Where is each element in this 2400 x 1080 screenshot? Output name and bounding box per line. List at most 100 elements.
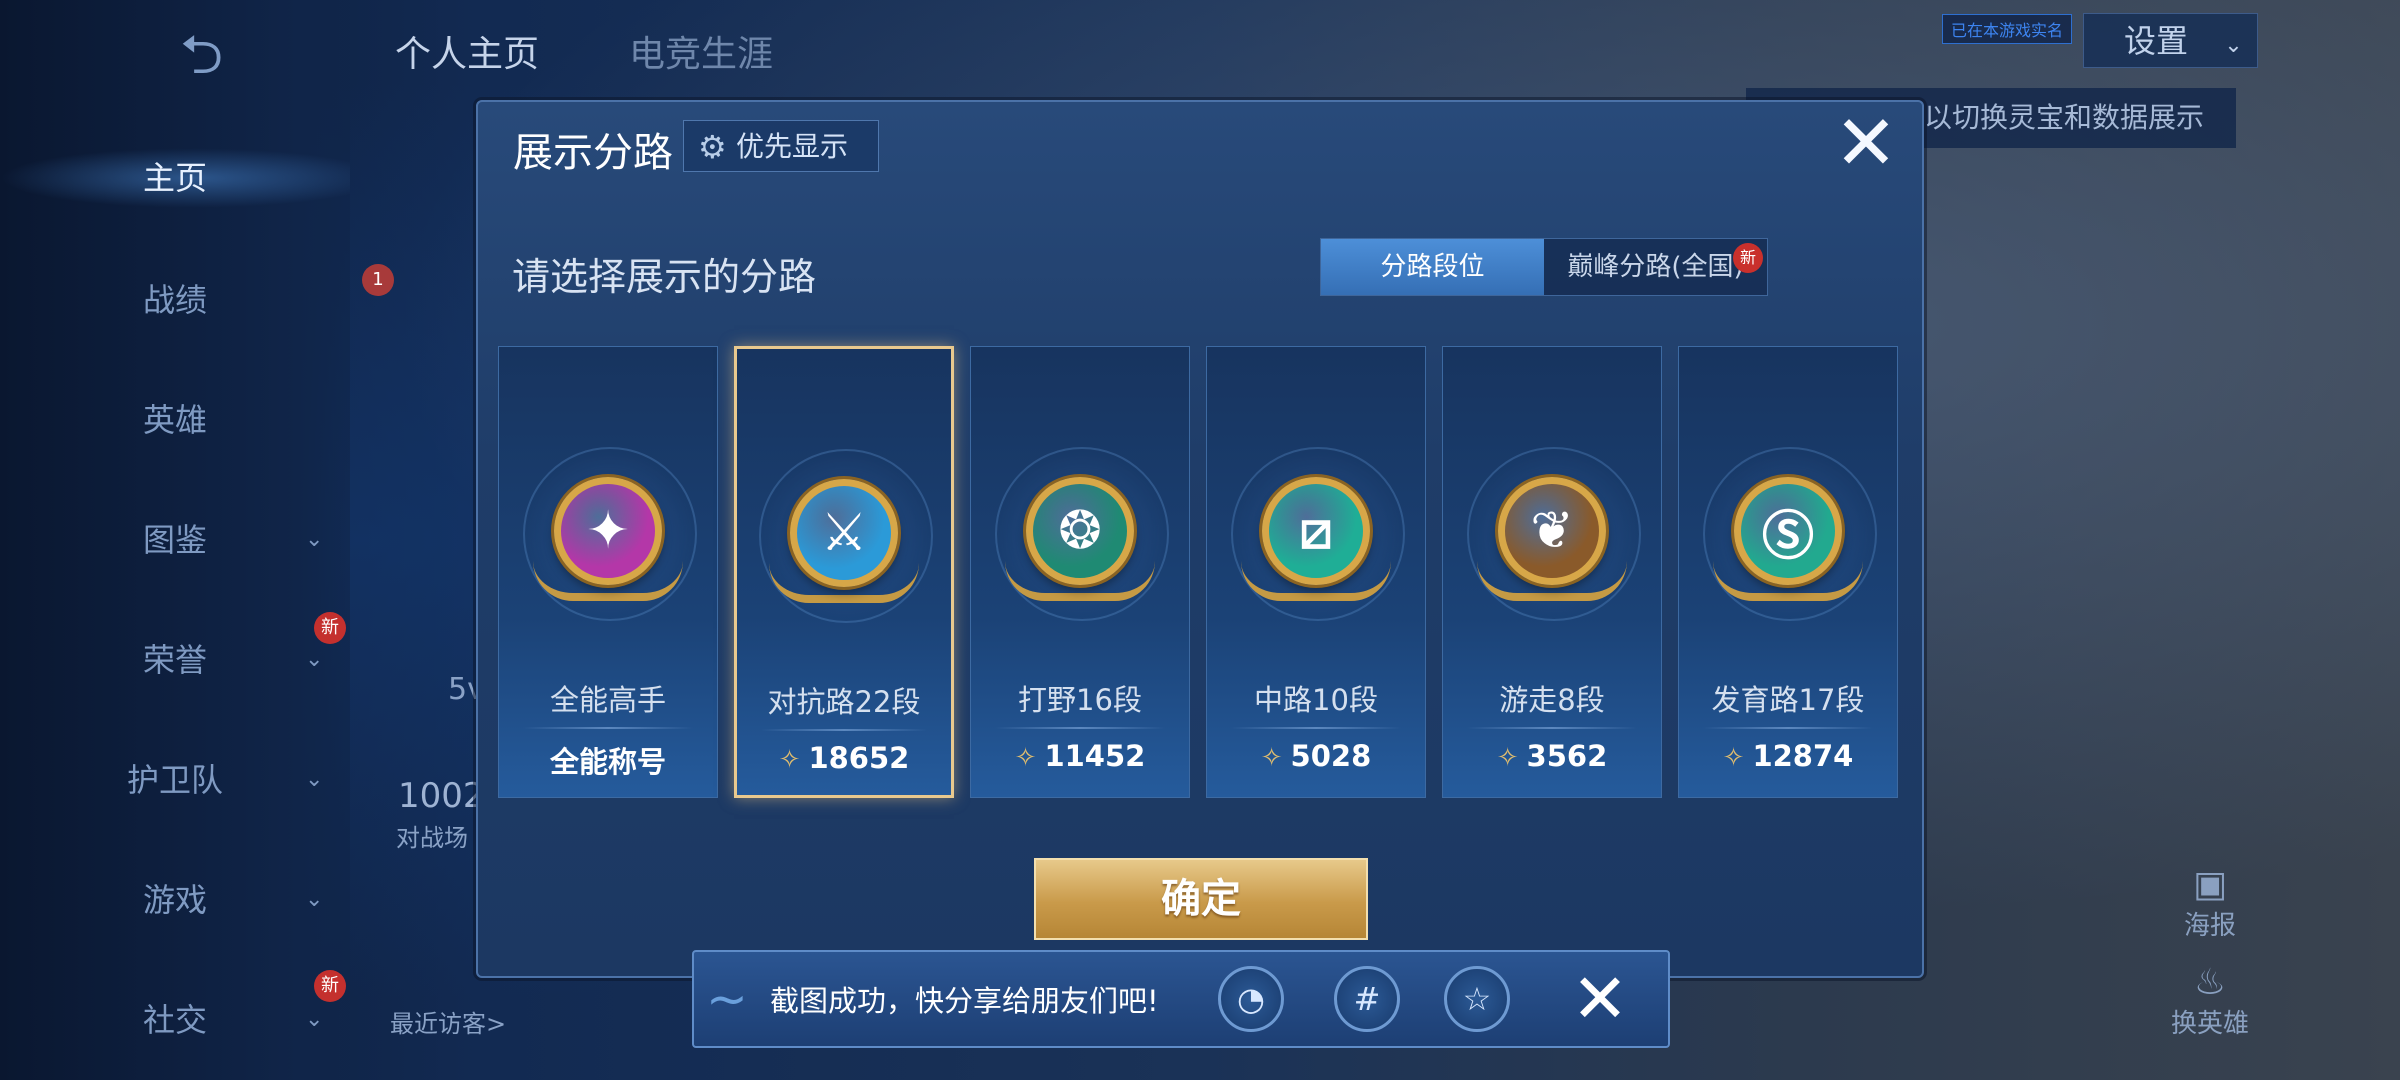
nav-label: 战绩 xyxy=(142,281,207,319)
farm-lane-emblem-icon: Ⓢ xyxy=(1734,477,1842,585)
jungle-emblem-icon: ❂ xyxy=(1026,477,1134,585)
lane-name: 发育路17段 xyxy=(1711,683,1865,717)
lane-score: ✧ 18652 xyxy=(737,741,951,775)
lane-display-dialog: 展示分路 ⚙ 优先显示 ✕ 请选择展示的分路 分路段位 巅峰分路(全国) 新 ✦ … xyxy=(476,100,1924,978)
mid-lane-emblem-icon: ⧄ xyxy=(1262,477,1370,585)
tab-profile[interactable]: 个人主页 xyxy=(395,34,539,75)
change-hero-button[interactable]: ♨ 换英雄 xyxy=(2150,962,2270,1040)
poster-button[interactable]: ▣ 海报 xyxy=(2150,864,2270,942)
nav-item-heroes[interactable]: 英雄 xyxy=(0,390,350,450)
chevron-down-icon: ⌄ xyxy=(305,527,324,552)
score-value: 18652 xyxy=(808,741,910,775)
tab-lane-rank[interactable]: 分路段位 xyxy=(1321,239,1544,295)
swirl-icon: ~ xyxy=(706,970,748,1028)
poster-icon: ▣ xyxy=(2192,864,2227,905)
lane-name: 对抗路22段 xyxy=(767,685,921,719)
share-toast: ~ 截图成功，快分享给朋友们吧! ◔ # ☆ ✕ xyxy=(692,950,1670,1048)
new-badge: 新 xyxy=(1733,243,1763,273)
rank-points-icon: ✧ xyxy=(1014,743,1037,773)
lane-name: 中路10段 xyxy=(1254,683,1378,717)
clash-lane-emblem-icon: ⚔ xyxy=(790,479,898,587)
nav-label: 荣誉 xyxy=(142,641,207,679)
nav-label: 主页 xyxy=(142,159,207,197)
qzone-icon[interactable]: ☆ xyxy=(1444,966,1510,1032)
chevron-down-icon: ⌄ xyxy=(2224,33,2243,58)
lane-card[interactable]: ✦ 全能高手 全能称号 xyxy=(498,346,718,798)
chevron-down-icon: ⌄ xyxy=(305,767,324,792)
lane-score: ✧ 12874 xyxy=(1679,739,1897,773)
display-mode-toggle: 分路段位 巅峰分路(全国) 新 xyxy=(1320,238,1768,296)
settings-button[interactable]: 设置 ⌄ xyxy=(2083,13,2258,68)
confirm-button[interactable]: 确定 xyxy=(1034,858,1368,940)
score-value: 全能称号 xyxy=(549,745,666,779)
roam-emblem-icon: ❦ xyxy=(1498,477,1606,585)
priority-label: 优先显示 xyxy=(736,130,849,163)
lane-score: 全能称号 xyxy=(499,739,717,781)
nav-item-social[interactable]: 社交 ⌄ xyxy=(0,990,350,1050)
dialog-subtitle: 请选择展示的分路 xyxy=(512,255,817,299)
divider xyxy=(761,729,927,731)
level-badge: 1 xyxy=(362,264,394,296)
divider xyxy=(1703,727,1873,729)
lane-name: 全能高手 xyxy=(549,683,666,717)
flame-icon: ♨ xyxy=(2193,962,2227,1003)
priority-display-button[interactable]: ⚙ 优先显示 xyxy=(683,120,879,172)
new-badge: 新 xyxy=(314,612,346,644)
chevron-down-icon: ⌄ xyxy=(305,887,324,912)
tab-label: 分路段位 xyxy=(1380,252,1485,282)
left-navigation: ⮌ 主页 战绩 英雄 图鉴 ⌄ 荣誉 ⌄ 新 护卫队 ⌄ 游戏 ⌄ 社交 ⌄ 新 xyxy=(0,0,350,1080)
lane-card[interactable]: Ⓢ 发育路17段 ✧ 12874 xyxy=(1678,346,1898,798)
close-icon[interactable]: ✕ xyxy=(1562,962,1638,1038)
dialog-title: 展示分路 xyxy=(513,130,673,176)
nav-item-home[interactable]: 主页 xyxy=(0,148,350,208)
close-icon[interactable]: ✕ xyxy=(1830,105,1902,181)
divider xyxy=(995,727,1165,729)
realname-tag: 已在本游戏实名 xyxy=(1942,14,2073,44)
rank-points-icon: ✧ xyxy=(1496,743,1519,773)
score-value: 5028 xyxy=(1290,739,1372,773)
rank-points-icon: ✧ xyxy=(1260,743,1283,773)
match-count: 1002 xyxy=(398,776,485,816)
all-rounder-emblem-icon: ✦ xyxy=(554,477,662,585)
tab-esports-career[interactable]: 电竞生涯 xyxy=(629,34,773,75)
qq-icon[interactable]: ◔ xyxy=(1218,966,1284,1032)
tab-label: 巅峰分路(全国) xyxy=(1567,252,1744,282)
new-badge: 新 xyxy=(314,970,346,1002)
score-value: 3562 xyxy=(1526,739,1608,773)
match-count-label: 对战场 xyxy=(396,824,468,852)
tab-peak-lane[interactable]: 巅峰分路(全国) 新 xyxy=(1544,239,1767,295)
nav-item-record[interactable]: 战绩 xyxy=(0,270,350,330)
gear-icon: ⚙ xyxy=(698,128,727,166)
lane-name: 游走8段 xyxy=(1499,683,1605,717)
nav-item-guard[interactable]: 护卫队 ⌄ xyxy=(0,750,350,810)
lane-card[interactable]: ❦ 游走8段 ✧ 3562 xyxy=(1442,346,1662,798)
rank-points-icon: ✧ xyxy=(778,745,801,775)
lane-score: ✧ 5028 xyxy=(1207,739,1425,773)
score-value: 12874 xyxy=(1752,739,1854,773)
lane-score: ✧ 11452 xyxy=(971,739,1189,773)
rank-points-icon: ✧ xyxy=(1722,743,1745,773)
divider xyxy=(523,727,693,729)
nav-label: 护卫队 xyxy=(126,761,223,799)
recent-visitors-link[interactable]: 最近访客> xyxy=(390,1004,506,1039)
lane-card[interactable]: ❂ 打野16段 ✧ 11452 xyxy=(970,346,1190,798)
nav-label: 社交 xyxy=(142,1001,207,1039)
top-tabs: 个人主页 电竞生涯 xyxy=(395,25,863,77)
nav-item-codex[interactable]: 图鉴 ⌄ xyxy=(0,510,350,570)
share-message: 截图成功，快分享给朋友们吧! xyxy=(770,984,1159,1018)
poster-label: 海报 xyxy=(2183,911,2236,941)
nav-label: 游戏 xyxy=(142,881,207,919)
nav-label: 图鉴 xyxy=(142,521,207,559)
nav-item-games[interactable]: 游戏 ⌄ xyxy=(0,870,350,930)
lane-name: 打野16段 xyxy=(1018,683,1142,717)
lane-card[interactable]: ⚔ 对抗路22段 ✧ 18652 xyxy=(734,346,954,798)
score-value: 11452 xyxy=(1044,739,1146,773)
lane-card[interactable]: ⧄ 中路10段 ✧ 5028 xyxy=(1206,346,1426,798)
back-arrow-icon[interactable]: ⮌ xyxy=(180,25,280,85)
wechat-moments-icon[interactable]: # xyxy=(1334,966,1400,1032)
nav-item-honor[interactable]: 荣誉 ⌄ xyxy=(0,630,350,690)
nav-label: 英雄 xyxy=(142,401,207,439)
change-hero-label: 换英雄 xyxy=(2170,1009,2249,1039)
settings-label: 设置 xyxy=(2124,22,2189,60)
lane-cards: ✦ 全能高手 全能称号 ⚔ 对抗路22段 ✧ 18652 ❂ 打野16段 ✧ 114… xyxy=(498,346,1908,798)
